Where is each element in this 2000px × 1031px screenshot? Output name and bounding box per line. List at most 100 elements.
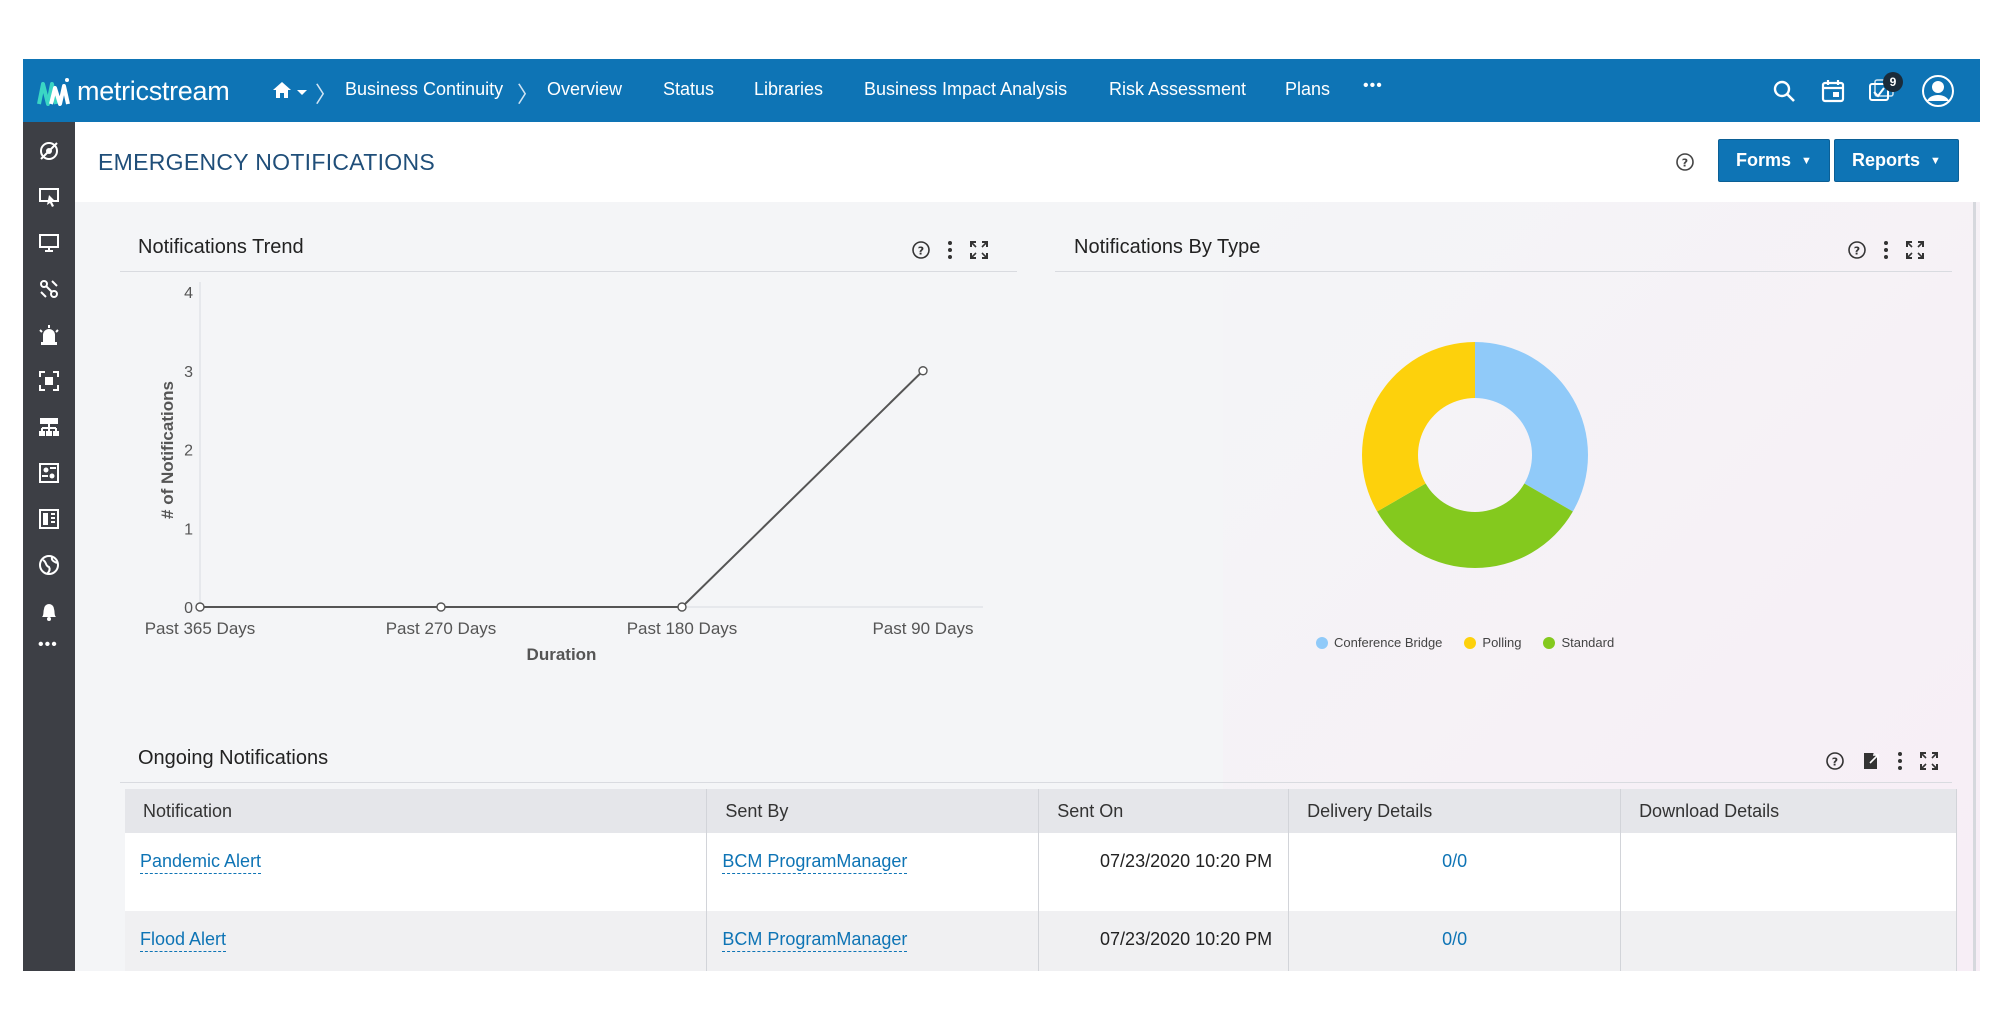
ongoing-notifications-table: Notification Sent By Sent On Delivery De…: [125, 789, 1957, 971]
help-icon[interactable]: ?: [1675, 152, 1695, 172]
screen-cursor-icon[interactable]: [38, 186, 60, 208]
download-details-cell: [1620, 911, 1957, 971]
nav-item-overview[interactable]: Overview: [547, 79, 622, 100]
legend-item-standard[interactable]: Standard: [1543, 635, 1614, 650]
nav-item-status[interactable]: Status: [663, 79, 714, 100]
home-icon[interactable]: [271, 80, 293, 105]
help-icon[interactable]: ?: [1825, 751, 1845, 771]
notification-cell: Flood Alert: [125, 911, 708, 971]
sent-on-cell: 07/23/2020 10:20 PM: [1038, 911, 1290, 971]
network-icon[interactable]: [38, 278, 60, 300]
kebab-menu-icon[interactable]: [1897, 751, 1903, 771]
sent-by-cell: BCM ProgramManager: [706, 911, 1040, 971]
legend-item-polling[interactable]: Polling: [1464, 635, 1521, 650]
x-tick-label: Past 90 Days: [872, 619, 973, 638]
expand-icon[interactable]: [1905, 240, 1925, 260]
trend-data-point: [195, 602, 205, 612]
expand-icon[interactable]: [1919, 751, 1939, 771]
delivery-details-cell: 0/0: [1288, 911, 1622, 971]
y-tick-label: 3: [184, 364, 193, 381]
notifications-by-type-donut-chart: [1362, 342, 1588, 569]
bell-icon[interactable]: [38, 600, 60, 622]
x-axis-title: Duration: [527, 645, 597, 664]
kebab-menu-icon[interactable]: [1883, 240, 1889, 260]
bytype-widget-title: Notifications By Type: [1074, 236, 1261, 258]
forms-button[interactable]: Forms ▼: [1718, 139, 1830, 182]
search-icon[interactable]: [1772, 79, 1796, 108]
trend-data-point: [677, 602, 687, 612]
trend-series-line: [200, 370, 924, 608]
x-tick-label: Past 365 Days: [145, 619, 256, 638]
help-icon[interactable]: ?: [1847, 240, 1867, 260]
notification-count-badge: 9: [1883, 72, 1903, 92]
metricstream-logo[interactable]: metricstream: [37, 72, 230, 110]
chevron-down-icon[interactable]: [296, 84, 308, 102]
donut-slice-polling[interactable]: [1362, 342, 1475, 512]
breadcrumb-separator-icon: 〉: [315, 82, 338, 107]
legend-item-conference-bridge[interactable]: Conference Bridge: [1316, 635, 1442, 650]
metricstream-logo-icon: [37, 78, 70, 106]
donut-slice-conference-bridge[interactable]: [1475, 342, 1588, 512]
ongoing-widget-title: Ongoing Notifications: [138, 747, 329, 769]
more-options-icon[interactable]: •••: [38, 636, 58, 654]
trend-line-chart: 0 1 2 3 4 Past 365 Days Past 270 Days Past 180 …: [145, 282, 983, 664]
ongoing-widget-divider: [120, 782, 1952, 783]
y-axis-title: # of Notifications: [158, 381, 177, 519]
brand-name: metricstream: [77, 75, 230, 106]
reports-button[interactable]: Reports ▼: [1834, 139, 1959, 182]
globe-icon[interactable]: [38, 554, 60, 576]
page-scrollbar[interactable]: [1973, 202, 1976, 971]
user-avatar-icon[interactable]: [1921, 74, 1955, 113]
scan-frame-icon[interactable]: [38, 370, 60, 392]
trend-data-point: [436, 602, 446, 612]
y-tick-label: 2: [184, 443, 193, 460]
nav-item-plans[interactable]: Plans: [1285, 79, 1330, 100]
column-header-delivery-details[interactable]: Delivery Details: [1288, 789, 1622, 833]
settings-board-icon[interactable]: [38, 462, 60, 484]
ongoing-widget-toolbar: ?: [1825, 751, 1939, 771]
export-icon[interactable]: [1861, 751, 1881, 771]
svg-text:?: ?: [1682, 157, 1688, 170]
dashboard-icon[interactable]: [38, 140, 60, 162]
bytype-widget-toolbar: ?: [1847, 240, 1925, 260]
legend-swatch-icon: [1316, 636, 1328, 649]
column-header-sent-on[interactable]: Sent On: [1038, 789, 1290, 833]
bytype-widget-divider: [1055, 271, 1952, 272]
sent-by-cell: BCM ProgramManager: [706, 833, 1040, 911]
donut-legend: Conference Bridge Polling Standard: [1316, 635, 1614, 650]
caret-down-icon: ▼: [1801, 154, 1812, 167]
notification-link[interactable]: Flood Alert: [140, 929, 227, 952]
alarm-light-icon[interactable]: [38, 324, 60, 346]
sent-by-link[interactable]: BCM ProgramManager: [722, 851, 908, 874]
calendar-icon[interactable]: [1821, 79, 1845, 108]
legend-label: Polling: [1482, 635, 1522, 650]
donut-slice-standard[interactable]: [1377, 483, 1573, 569]
y-tick-label: 4: [184, 285, 193, 302]
table-row: Pandemic Alert BCM ProgramManager 07/23/…: [125, 833, 1957, 911]
nav-item-libraries[interactable]: Libraries: [754, 79, 823, 100]
delivery-details-link[interactable]: 0/0: [1442, 929, 1467, 949]
more-menu-icon[interactable]: •••: [1363, 77, 1383, 95]
trend-data-point: [918, 366, 928, 376]
table-row: Flood Alert BCM ProgramManager 07/23/202…: [125, 911, 1957, 971]
caret-down-icon: ▼: [1930, 154, 1941, 167]
report-book-icon[interactable]: [38, 508, 60, 530]
svg-text:?: ?: [1832, 756, 1838, 769]
sent-by-link[interactable]: BCM ProgramManager: [722, 929, 908, 952]
x-tick-label: Past 270 Days: [386, 619, 497, 638]
org-chart-icon[interactable]: [38, 416, 60, 438]
delivery-details-cell: 0/0: [1288, 833, 1622, 911]
column-header-sent-by[interactable]: Sent By: [706, 789, 1040, 833]
nav-item-risk-assessment[interactable]: Risk Assessment: [1109, 79, 1246, 100]
notification-link[interactable]: Pandemic Alert: [140, 851, 262, 874]
x-tick-label: Past 180 Days: [627, 619, 738, 638]
delivery-details-link[interactable]: 0/0: [1442, 851, 1467, 871]
legend-swatch-icon: [1543, 636, 1556, 649]
column-header-notification[interactable]: Notification: [125, 789, 708, 833]
breadcrumb-business-continuity[interactable]: Business Continuity: [345, 79, 503, 100]
ongoing-notifications-table-viewport: Notification Sent By Sent On Delivery De…: [125, 789, 1957, 971]
forms-button-label: Forms: [1736, 150, 1792, 170]
column-header-download-details[interactable]: Download Details: [1620, 789, 1957, 833]
nav-item-business-impact-analysis[interactable]: Business Impact Analysis: [864, 79, 1067, 100]
monitor-icon[interactable]: [38, 232, 60, 254]
